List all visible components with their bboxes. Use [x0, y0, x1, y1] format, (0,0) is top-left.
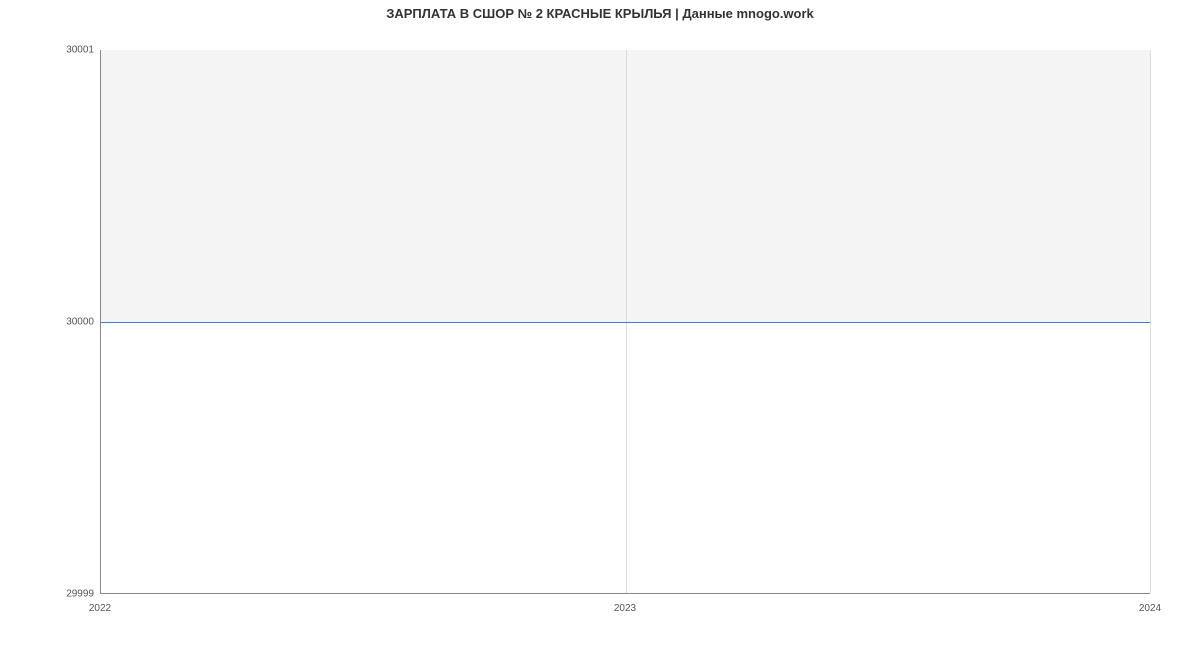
series-line: [101, 322, 1150, 323]
chart-title: ЗАРПЛАТА В СШОР № 2 КРАСНЫЕ КРЫЛЬЯ | Дан…: [0, 6, 1200, 21]
x-tick-label: 2022: [89, 603, 111, 614]
x-tick-label: 2024: [1139, 603, 1161, 614]
y-tick-label: 30001: [66, 45, 94, 56]
plot-area: [100, 50, 1150, 594]
gridline-2024: [1150, 50, 1151, 593]
x-tick-label: 2023: [614, 603, 636, 614]
chart-container: ЗАРПЛАТА В СШОР № 2 КРАСНЫЕ КРЫЛЬЯ | Дан…: [0, 0, 1200, 650]
y-tick-label: 30000: [66, 317, 94, 328]
y-tick-label: 29999: [66, 589, 94, 600]
